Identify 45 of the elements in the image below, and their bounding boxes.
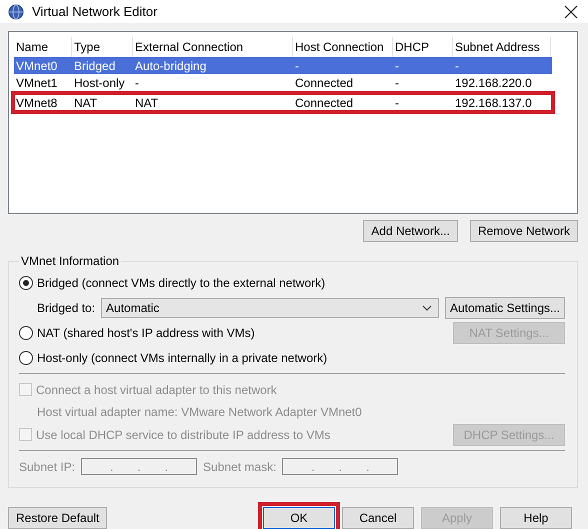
window-title: Virtual Network Editor [32, 4, 158, 19]
settings-button[interactable]: Automatic Settings... [444, 296, 565, 318]
table-cell-text: Connected [294, 76, 354, 90]
table-cell-text: Auto-bridging [134, 58, 208, 72]
table-cell-text: 192.168.137.0 [454, 96, 533, 110]
table-cell-text: - [134, 76, 140, 90]
table-cell-text: - [394, 96, 400, 110]
table-cell-text: Bridged [73, 58, 116, 72]
chevron-down-icon [422, 304, 432, 310]
table-cell-text: VMnet8 [15, 96, 58, 110]
radio-label: Bridged (connect VMs directly to the external network) [37, 276, 326, 290]
table-cell-text: Host-only [73, 76, 126, 90]
table-row[interactable]: VMnet1 Host-only - Connected - 192.168.220.0 [14, 74, 552, 91]
bridged-to-dropdown[interactable]: Automatic [101, 298, 439, 318]
dialog-button[interactable]: Help [500, 507, 572, 529]
table-button[interactable]: Remove Network [470, 220, 578, 242]
dialog-button[interactable]: Cancel [342, 507, 414, 529]
field-label: Subnet IP: [19, 460, 76, 474]
bridged-to-label: Bridged to: [37, 300, 96, 314]
radio-label: NAT (shared host's IP address with VMs) [37, 326, 256, 340]
checkbox-label: Use local DHCP service to distribute IP address to VMs [36, 428, 332, 442]
radio-button[interactable] [19, 326, 33, 340]
radio-button[interactable] [19, 276, 33, 290]
group-title: VMnet Information [20, 254, 120, 268]
table-row[interactable]: VMnet0 Bridged Auto-bridging - - - [14, 57, 552, 74]
checkbox-label: Connect a host virtual adapter to this network [36, 382, 277, 396]
table-cell-text: VMnet0 [15, 58, 58, 72]
table-cell-text: - [394, 58, 400, 72]
radio-button[interactable] [19, 350, 33, 364]
globe-icon [8, 4, 24, 20]
table-cell-text: NAT [134, 96, 160, 110]
table-cell-text: - [394, 76, 400, 90]
table-cell-text: - [294, 58, 300, 72]
table-cell-text: Connected [294, 96, 354, 110]
table-row[interactable]: VMnet8 NAT NAT Connected - 192.168.137.0 [14, 94, 552, 111]
table-cell-text: NAT [73, 96, 98, 110]
table-cell-text: 192.168.220.0 [454, 76, 533, 90]
field-label: Subnet mask: [203, 460, 276, 474]
table-button[interactable]: Add Network... [363, 220, 458, 242]
table-cell-text: - [454, 58, 460, 72]
table-cell-text: VMnet1 [15, 76, 58, 90]
dialog-button[interactable]: Restore Default [8, 507, 108, 529]
adapter-name-text: Host virtual adapter name: VMware Network Adapter VMnet0 [37, 405, 362, 419]
radio-label: Host-only (connect VMs internally in a private network) [37, 350, 328, 364]
close-icon[interactable] [564, 4, 578, 18]
